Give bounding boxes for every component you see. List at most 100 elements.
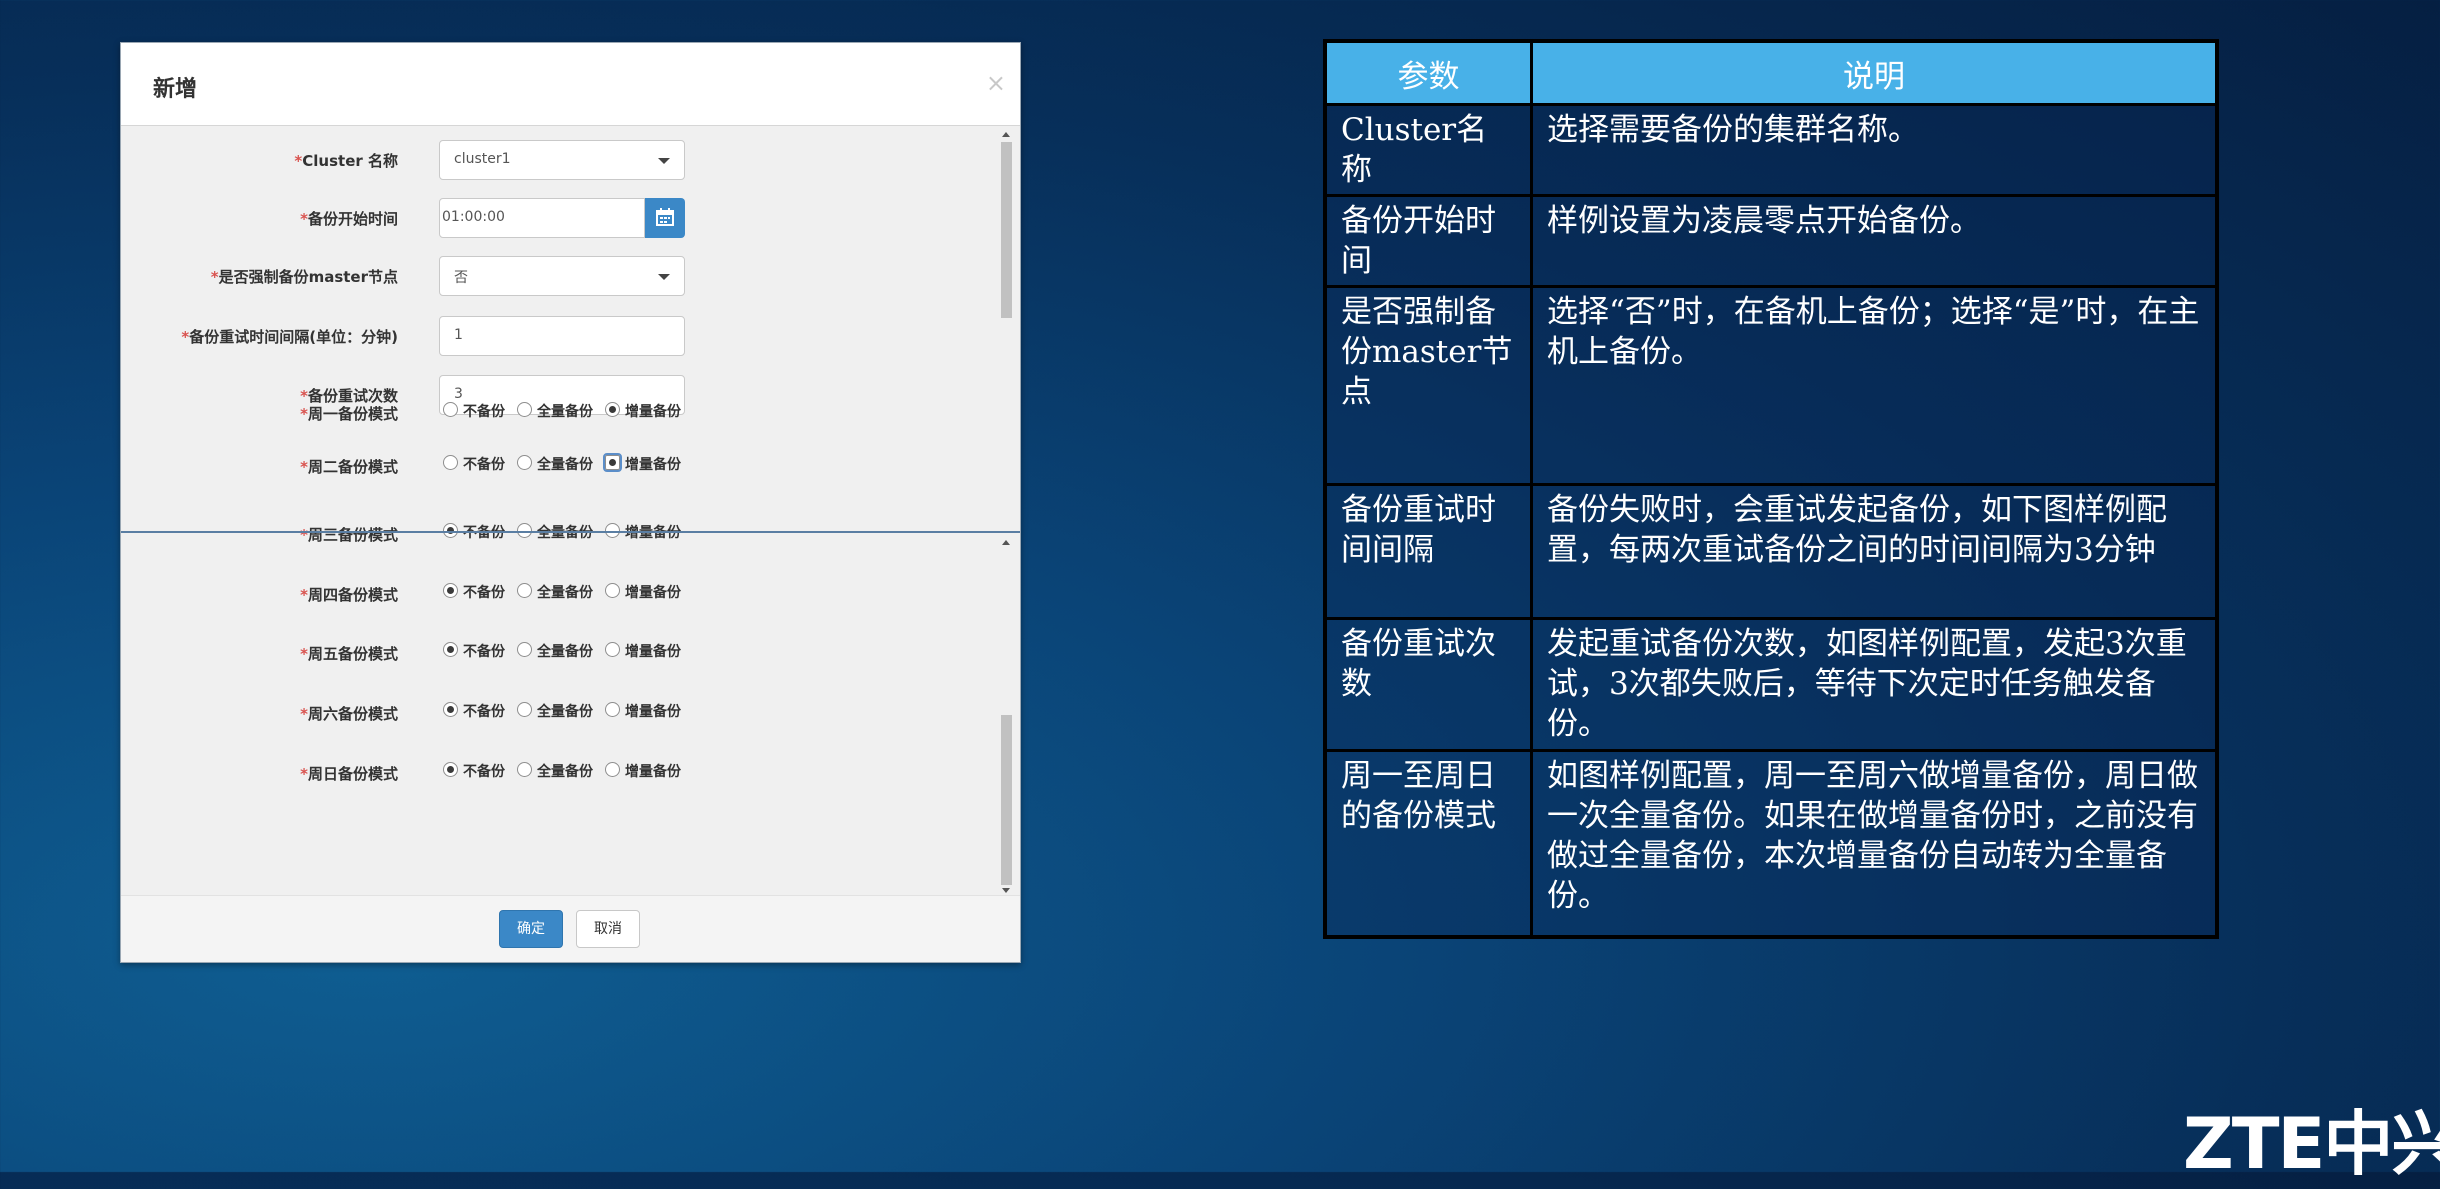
- parameter-table: 参数 说明 Cluster名称 选择需要备份的集群名称。 备份开始时间 样例设置…: [1323, 39, 2219, 939]
- weekday-row: *周三备份模式 不备份 全量备份 增量备份: [121, 514, 1020, 554]
- radio-button[interactable]: [443, 402, 458, 417]
- backup-mode-option[interactable]: 不备份: [443, 761, 505, 781]
- weekday-label: *周一备份模式: [300, 405, 398, 423]
- radio-button[interactable]: [517, 583, 532, 598]
- backup-mode-radio-group: 不备份 全量备份 增量备份: [443, 641, 693, 665]
- backup-mode-option[interactable]: 增量备份: [605, 701, 681, 721]
- weekday-row: *周日备份模式 不备份 全量备份 增量备份: [121, 753, 1020, 793]
- backup-mode-radio-group: 不备份 全量备份 增量备份: [443, 701, 693, 725]
- radio-button[interactable]: [443, 642, 458, 657]
- backup-mode-option[interactable]: 全量备份: [517, 401, 593, 421]
- weekday-label: *周五备份模式: [300, 645, 398, 663]
- radio-button[interactable]: [605, 583, 620, 598]
- backup-mode-option[interactable]: 全量备份: [517, 701, 593, 721]
- field-row-start-time: *备份开始时间 01:00:00: [121, 198, 1020, 238]
- radio-button[interactable]: [605, 402, 620, 417]
- force-master-label: *是否强制备份master节点: [210, 268, 398, 286]
- radio-button[interactable]: [517, 642, 532, 657]
- backup-mode-radio-group: 不备份 全量备份 增量备份: [443, 401, 693, 425]
- param-cell: 备份重试时间间隔: [1323, 483, 1533, 620]
- desc-cell: 选择“否”时，在备机上备份；选择“是”时，在主机上备份。: [1530, 285, 2219, 486]
- cluster-label: *Cluster 名称: [294, 152, 398, 170]
- param-cell: 备份开始时间: [1323, 194, 1533, 288]
- radio-label: 不备份: [463, 404, 505, 420]
- table-row: 备份开始时间 样例设置为凌晨零点开始备份。: [1323, 194, 2219, 288]
- table-row: 周一至周日的备份模式 如图样例配置，周一至周六做增量备份，周日做一次全量备份。如…: [1323, 749, 2219, 939]
- confirm-button[interactable]: 确定: [499, 910, 563, 948]
- backup-mode-option[interactable]: 不备份: [443, 641, 505, 661]
- radio-label: 不备份: [463, 525, 505, 541]
- force-master-select[interactable]: 否: [439, 256, 685, 296]
- radio-label: 全量备份: [537, 404, 593, 420]
- upper-scrollbar-thumb[interactable]: [1001, 142, 1012, 318]
- lower-scrollbar[interactable]: [999, 534, 1014, 896]
- table-row: 是否强制备份master节点 选择“否”时，在备机上备份；选择“是”时，在主机上…: [1323, 285, 2219, 486]
- weekday-row: *周一备份模式 不备份 全量备份 增量备份: [121, 393, 1020, 433]
- weekday-row: *周四备份模式 不备份 全量备份 增量备份: [121, 574, 1020, 614]
- radio-button[interactable]: [517, 402, 532, 417]
- chevron-down-icon: [658, 274, 670, 280]
- radio-button[interactable]: [443, 762, 458, 777]
- backup-mode-option[interactable]: 增量备份: [605, 401, 681, 421]
- radio-button[interactable]: [517, 762, 532, 777]
- radio-button[interactable]: [443, 583, 458, 598]
- backup-mode-radio-group: 不备份 全量备份 增量备份: [443, 582, 693, 606]
- radio-button[interactable]: [517, 702, 532, 717]
- radio-label: 增量备份: [625, 525, 681, 541]
- scroll-down-icon[interactable]: [1002, 888, 1010, 893]
- calendar-button[interactable]: [645, 198, 685, 238]
- radio-label: 增量备份: [625, 764, 681, 780]
- start-time-input[interactable]: 01:00:00: [439, 198, 645, 238]
- backup-mode-option[interactable]: 不备份: [443, 582, 505, 602]
- radio-label: 全量备份: [537, 764, 593, 780]
- param-cell: 是否强制备份master节点: [1323, 285, 1533, 486]
- cluster-select[interactable]: cluster1: [439, 140, 685, 180]
- radio-label: 全量备份: [537, 644, 593, 660]
- radio-button[interactable]: [605, 702, 620, 717]
- backup-mode-option[interactable]: 增量备份: [605, 582, 681, 602]
- radio-label: 增量备份: [625, 585, 681, 601]
- scroll-up-icon[interactable]: [1002, 540, 1010, 545]
- cancel-button[interactable]: 取消: [576, 910, 640, 948]
- upper-scrollbar[interactable]: [999, 126, 1014, 531]
- dialog-header: 新增 ×: [121, 43, 1020, 126]
- weekday-label: *周二备份模式: [300, 458, 398, 476]
- desc-column-header: 说明: [1530, 39, 2219, 106]
- backup-mode-option[interactable]: 全量备份: [517, 641, 593, 661]
- weekday-row: *周五备份模式 不备份 全量备份 增量备份: [121, 633, 1020, 673]
- backup-mode-option[interactable]: 增量备份: [605, 761, 681, 781]
- radio-label: 增量备份: [625, 704, 681, 720]
- radio-button[interactable]: [517, 455, 532, 470]
- backup-mode-option[interactable]: 全量备份: [517, 582, 593, 602]
- param-cell: Cluster名称: [1323, 103, 1533, 197]
- backup-mode-option[interactable]: 全量备份: [517, 761, 593, 781]
- dialog-title: 新增: [153, 77, 198, 102]
- radio-button[interactable]: [605, 762, 620, 777]
- backup-mode-option[interactable]: 增量备份: [603, 453, 681, 474]
- dialog-footer: 确定 取消: [121, 895, 1020, 962]
- backup-mode-radio-group: 不备份 全量备份 增量备份: [443, 761, 693, 785]
- radio-button[interactable]: [443, 702, 458, 717]
- scroll-up-icon[interactable]: [1002, 132, 1010, 137]
- radio-label: 全量备份: [537, 457, 593, 473]
- weekday-label: *周六备份模式: [300, 705, 398, 723]
- radio-button[interactable]: [603, 453, 622, 472]
- radio-button[interactable]: [443, 455, 458, 470]
- backup-mode-option[interactable]: 不备份: [443, 454, 505, 474]
- backup-mode-option[interactable]: 增量备份: [605, 641, 681, 661]
- radio-button[interactable]: [605, 642, 620, 657]
- table-row: Cluster名称 选择需要备份的集群名称。: [1323, 103, 2219, 197]
- desc-cell: 如图样例配置，周一至周六做增量备份，周日做一次全量备份。如果在做增量备份时，之前…: [1530, 749, 2219, 939]
- backup-mode-option[interactable]: 不备份: [443, 701, 505, 721]
- weekday-row: *周二备份模式 不备份 全量备份 增量备份: [121, 446, 1020, 486]
- backup-mode-option[interactable]: 不备份: [443, 401, 505, 421]
- lower-scrollbar-thumb[interactable]: [1001, 715, 1012, 885]
- calendar-icon: [656, 208, 674, 226]
- field-row-force-master: *是否强制备份master节点 否: [121, 256, 1020, 296]
- dialog-body: *Cluster 名称 cluster1 *备份开始时间 01:00:00 *是…: [121, 126, 1020, 896]
- zte-logo: ZTE中兴: [2183, 1103, 2440, 1185]
- close-icon[interactable]: ×: [986, 69, 1006, 97]
- retry-interval-input[interactable]: 1: [439, 316, 685, 356]
- desc-cell: 发起重试备份次数，如图样例配置，发起3次重试，3次都失败后，等待下次定时任务触发…: [1530, 617, 2219, 752]
- backup-mode-option[interactable]: 全量备份: [517, 454, 593, 474]
